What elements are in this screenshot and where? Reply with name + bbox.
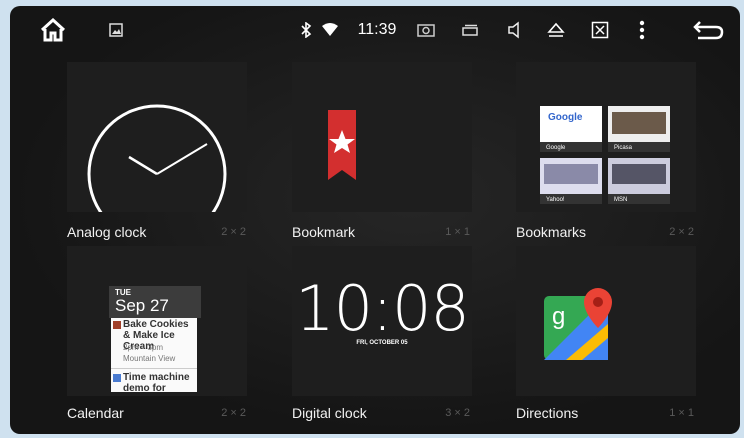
digital-clock-time: 10:08 bbox=[295, 272, 470, 345]
bookmark-star-icon bbox=[328, 110, 356, 180]
widget-size-digital-clock: 3 × 2 bbox=[445, 407, 470, 419]
widget-label-directions: Directions bbox=[516, 405, 579, 421]
widget-size-directions: 1 × 1 bbox=[669, 407, 694, 419]
widget-preview-analog-clock[interactable] bbox=[67, 62, 247, 244]
calendar-header: TUE Sep 27 bbox=[109, 286, 201, 318]
widget-label-bookmarks: Bookmarks bbox=[516, 224, 587, 240]
eject-icon[interactable] bbox=[544, 6, 568, 54]
window-icon[interactable] bbox=[458, 6, 482, 54]
widget-label-calendar: Calendar bbox=[67, 405, 124, 421]
widget-preview-bookmarks[interactable]: Google Google Picasa Yahoo! MSN bbox=[516, 62, 696, 212]
svg-text:g: g bbox=[552, 303, 565, 330]
home-icon[interactable] bbox=[36, 6, 70, 54]
bookmark-thumb-google: Google Google bbox=[540, 106, 602, 152]
calendar-events: Bake Cookies & Make Ice Cream 2pm – 3pm … bbox=[111, 318, 197, 392]
status-bar: 11:39 bbox=[10, 6, 740, 54]
widget-size-bookmark: 1 × 1 bbox=[445, 226, 470, 238]
calendar-event: Bake Cookies & Make Ice Cream 2pm – 3pm … bbox=[111, 318, 197, 370]
widget-size-calendar: 2 × 2 bbox=[221, 407, 246, 419]
bluetooth-icon bbox=[298, 6, 314, 54]
close-box-icon[interactable] bbox=[588, 6, 612, 54]
widget-preview-bookmark[interactable] bbox=[292, 62, 472, 212]
maps-directions-icon: g bbox=[544, 288, 612, 360]
widget-label-analog-clock: Analog clock bbox=[67, 224, 147, 240]
clock-time: 11:39 bbox=[357, 21, 397, 38]
widget-size-analog-clock: 2 × 2 bbox=[221, 226, 246, 238]
image-icon[interactable] bbox=[106, 6, 126, 54]
wifi-icon bbox=[320, 6, 340, 54]
camera-icon[interactable] bbox=[414, 6, 438, 54]
bookmark-thumb-yahoo: Yahoo! bbox=[540, 158, 602, 204]
digital-clock-date: FRI, OCTOBER 05 bbox=[356, 340, 408, 346]
widget-label-bookmark: Bookmark bbox=[292, 224, 356, 240]
bookmark-thumb-msn: MSN bbox=[608, 158, 670, 204]
widget-preview-directions[interactable]: g bbox=[516, 246, 696, 396]
bookmark-thumb-picasa: Picasa bbox=[608, 106, 670, 152]
back-icon[interactable] bbox=[690, 6, 726, 54]
volume-icon[interactable] bbox=[502, 6, 526, 54]
widget-size-bookmarks: 2 × 2 bbox=[669, 226, 694, 238]
widget-label-digital-clock: Digital clock bbox=[292, 405, 367, 421]
more-vert-icon[interactable] bbox=[634, 6, 650, 54]
calendar-event: Time machine demo for Serge bbox=[111, 371, 197, 392]
launcher-screen: 11:39 Analog clock 2 × 2 Bookmark 1 × 1 … bbox=[10, 6, 740, 434]
analog-clock-face-icon bbox=[87, 104, 227, 244]
